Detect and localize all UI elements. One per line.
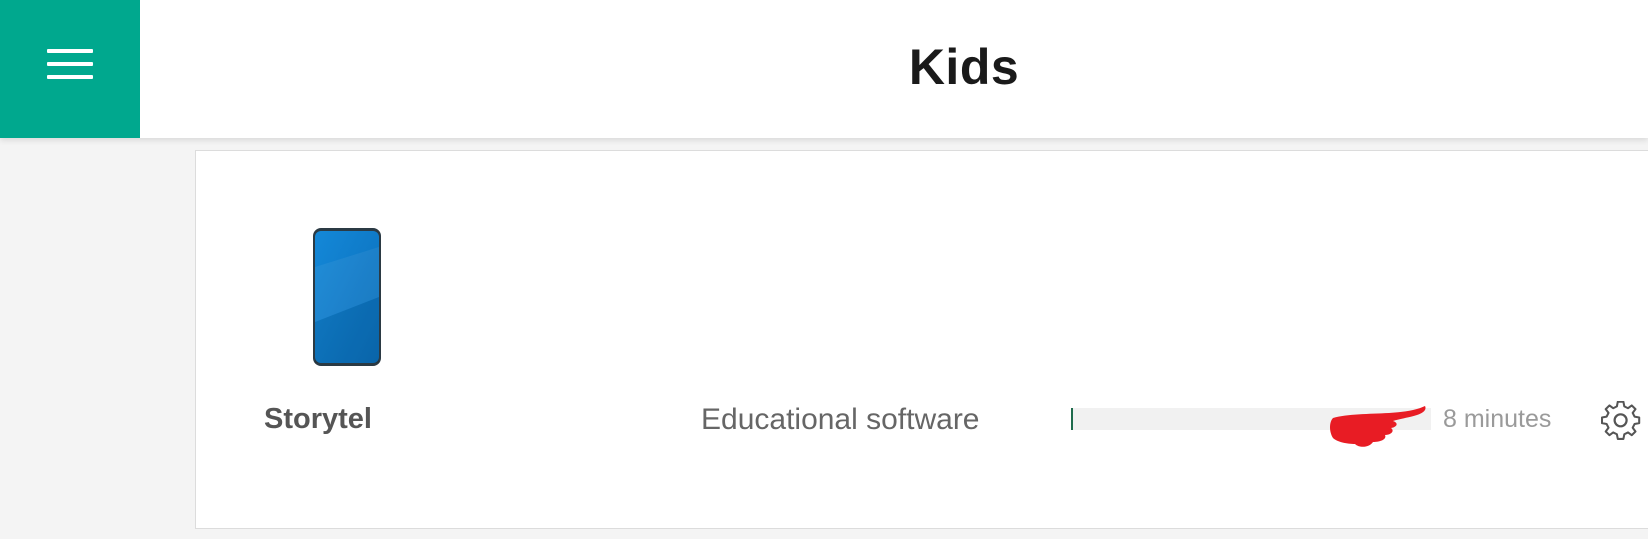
usage-progress-fill <box>1071 408 1074 430</box>
app-name: Storytel <box>264 403 372 435</box>
top-bar: Kids <box>0 0 1648 138</box>
page-title: Kids <box>908 39 1020 95</box>
smartphone-icon <box>313 228 381 366</box>
app-usage-card: Storytel Educational software 8 minutes <box>195 150 1648 529</box>
pointing-hand-annotation-icon <box>1330 406 1426 447</box>
app-category: Educational software <box>701 403 980 436</box>
usage-time-label: 8 minutes <box>1443 405 1552 433</box>
gear-icon[interactable] <box>1601 401 1641 441</box>
